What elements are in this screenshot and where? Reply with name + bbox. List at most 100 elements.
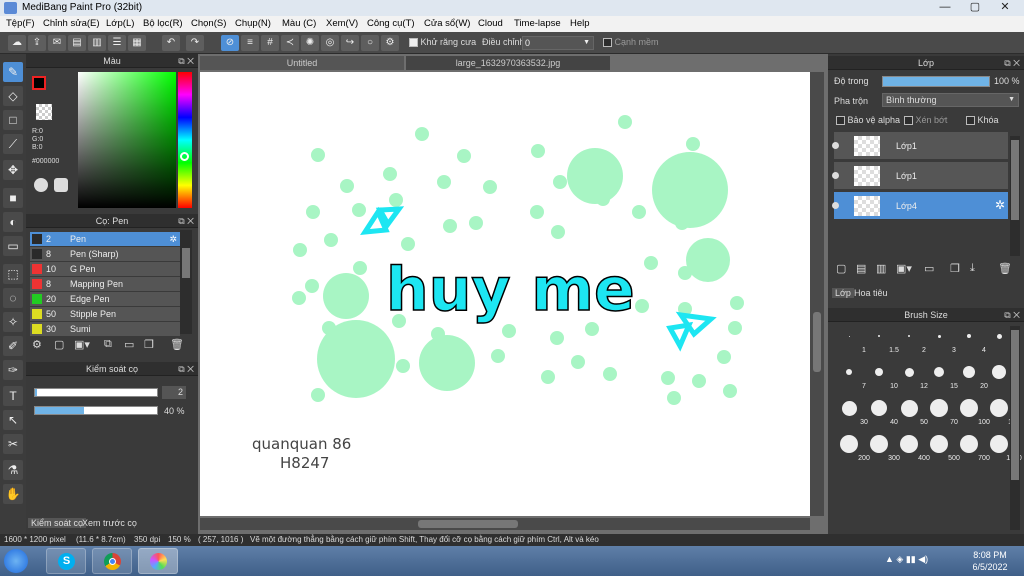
- menu-edit[interactable]: Chỉnh sửa(E): [43, 18, 100, 29]
- tab-brush-preview[interactable]: Xem trước cọ: [82, 518, 137, 528]
- close-button[interactable]: ✕: [990, 0, 1020, 16]
- start-button[interactable]: [4, 549, 28, 573]
- brush-settings-icon[interactable]: ⚙: [32, 338, 42, 351]
- brush-size-option[interactable]: 10: [864, 360, 898, 390]
- line-tool-icon[interactable]: ⟋: [3, 134, 23, 154]
- menu-color[interactable]: Màu (C): [282, 18, 316, 29]
- adjust-field[interactable]: 0 ▼: [522, 36, 594, 50]
- brush-item[interactable]: 10 G Pen: [30, 262, 180, 276]
- duplicate-icon[interactable]: ❐: [144, 338, 154, 351]
- antialias-toggle[interactable]: Khử răng cưa: [409, 37, 476, 48]
- brush-size-option[interactable]: 1: [834, 324, 866, 354]
- menu-timelapse[interactable]: Time-lapse: [514, 18, 561, 29]
- brush-tool-icon[interactable]: ✎: [3, 62, 23, 82]
- folder-icon[interactable]: ▭: [124, 338, 134, 351]
- color-settings-icon[interactable]: [54, 178, 68, 192]
- minimize-button[interactable]: —: [930, 0, 960, 16]
- protect-alpha-checkbox[interactable]: [836, 116, 845, 126]
- panel-close-icon[interactable]: ⧉ ✕: [178, 214, 194, 228]
- panel-close-icon[interactable]: ⧉ ✕: [178, 362, 194, 376]
- lasso-tool-icon[interactable]: ◌: [3, 288, 23, 308]
- layer-row[interactable]: Lớp1: [832, 162, 1008, 190]
- snap-circle-icon[interactable]: ◎: [321, 35, 339, 51]
- move-tool-icon[interactable]: ✥: [3, 160, 23, 180]
- panel-close-icon[interactable]: ⧉ ✕: [1004, 56, 1020, 70]
- select-eraser-tool-icon[interactable]: ✑: [3, 360, 23, 380]
- lock-checkbox[interactable]: [966, 116, 975, 126]
- clip-checkbox[interactable]: [904, 116, 913, 126]
- horizontal-scrollbar[interactable]: [200, 518, 810, 530]
- menu-help[interactable]: Help: [570, 18, 590, 29]
- clock-time[interactable]: 8:08 PM: [968, 550, 1012, 560]
- divide-tool-icon[interactable]: ✂: [3, 434, 23, 454]
- panel-close-icon[interactable]: ⧉ ✕: [178, 54, 194, 68]
- new-halftone-layer-icon[interactable]: ▤: [856, 262, 866, 275]
- panel-close-icon[interactable]: ⧉ ✕: [1004, 308, 1020, 322]
- snap-cross-icon[interactable]: #: [261, 35, 279, 51]
- comment-icon[interactable]: ✉: [48, 35, 66, 51]
- add-brush-icon[interactable]: ▣▾: [74, 338, 90, 351]
- snap-settings-icon[interactable]: ⚙: [381, 35, 399, 51]
- snap-radial-icon[interactable]: ✺: [301, 35, 319, 51]
- brush-size-option[interactable]: 40: [864, 396, 898, 426]
- snap-ellipse-icon[interactable]: ○: [361, 35, 379, 51]
- brush-size-option[interactable]: 500: [924, 432, 960, 462]
- tray-icons[interactable]: ▲ ◈ ▮▮ ◀): [885, 554, 928, 565]
- chat-icon[interactable]: ▤: [68, 35, 86, 51]
- skype-taskbar-button[interactable]: S: [46, 548, 86, 574]
- brush-size-slider[interactable]: [34, 388, 158, 397]
- operation-tool-icon[interactable]: ↖: [3, 410, 23, 430]
- copy-brush-icon[interactable]: ⧉: [104, 338, 112, 351]
- brush-item[interactable]: 8 Mapping Pen: [30, 277, 180, 291]
- clip-toggle[interactable]: Xén bớt: [904, 115, 947, 126]
- magic-wand-tool-icon[interactable]: ✧: [3, 312, 23, 332]
- brush-opacity-slider[interactable]: [34, 406, 158, 415]
- text-tool-icon[interactable]: T: [3, 386, 23, 406]
- chrome-taskbar-button[interactable]: [92, 548, 132, 574]
- brush-size-option[interactable]: 30: [834, 396, 868, 426]
- merge-layer-icon[interactable]: ⤓: [970, 262, 975, 275]
- list-icon[interactable]: ☰: [108, 35, 126, 51]
- snap-vanish-icon[interactable]: ≺: [281, 35, 299, 51]
- document-icon[interactable]: ▥: [88, 35, 106, 51]
- bucket-tool-icon[interactable]: ◐: [3, 212, 23, 232]
- soft-edge-checkbox[interactable]: [603, 38, 612, 48]
- brush-size-option[interactable]: 7: [834, 360, 866, 390]
- blend-select[interactable]: Bình thường ▼: [882, 93, 1019, 107]
- brush-size-value[interactable]: 2: [162, 386, 186, 399]
- select-pen-tool-icon[interactable]: ✐: [3, 336, 23, 356]
- new-layer-icon[interactable]: ▢: [836, 262, 846, 275]
- eraser-tool-icon[interactable]: ◇: [3, 86, 23, 106]
- new-1bit-layer-icon[interactable]: ▥: [876, 262, 886, 275]
- medibang-taskbar-button[interactable]: [138, 548, 178, 574]
- menu-file[interactable]: Tệp(F): [6, 18, 35, 29]
- menu-layer[interactable]: Lớp(L): [106, 18, 134, 29]
- protect-alpha-toggle[interactable]: Bảo vệ alpha: [836, 115, 900, 126]
- brush-size-option[interactable]: 70: [924, 396, 958, 426]
- cloud-icon[interactable]: ☁: [8, 35, 26, 51]
- tab-brush-control[interactable]: Kiểm soát cọ: [28, 518, 87, 528]
- snap-off-icon[interactable]: ⊘: [221, 35, 239, 51]
- brush-settings-icon[interactable]: ✲: [169, 232, 177, 246]
- palette-icon[interactable]: [34, 178, 48, 192]
- layer-opacity-slider[interactable]: [882, 76, 990, 87]
- grid-icon[interactable]: ▦: [128, 35, 146, 51]
- brush-size-option[interactable]: 12: [894, 360, 928, 390]
- menu-snap[interactable]: Chụp(N): [235, 18, 271, 29]
- add-layer-menu-icon[interactable]: ▣▾: [896, 262, 912, 275]
- menu-tools[interactable]: Công cụ(T): [367, 18, 415, 29]
- brush-item[interactable]: 2 Pen ✲: [30, 232, 180, 246]
- brush-size-scrollbar[interactable]: [1010, 326, 1020, 530]
- brush-item[interactable]: 50 Stipple Pen: [30, 307, 180, 321]
- layer-row[interactable]: Lớp1: [832, 132, 1008, 160]
- menu-select[interactable]: Chọn(S): [191, 18, 226, 29]
- undo-icon[interactable]: ↶: [162, 35, 180, 51]
- select-tool-icon[interactable]: ⬚: [3, 264, 23, 284]
- trash-icon[interactable]: 🗑: [170, 338, 184, 351]
- brush-size-option[interactable]: 200: [834, 432, 870, 462]
- menu-cloud[interactable]: Cloud: [478, 18, 503, 29]
- tab-layer[interactable]: Lớp: [832, 288, 854, 298]
- soft-edge-toggle[interactable]: Cạnh mềm: [603, 37, 659, 48]
- brush-size-option[interactable]: 3: [924, 324, 956, 354]
- redo-icon[interactable]: ↷: [186, 35, 204, 51]
